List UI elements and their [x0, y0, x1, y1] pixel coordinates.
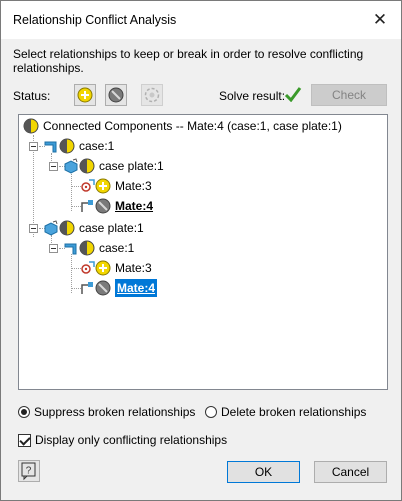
tree-node[interactable]: Mate:4	[63, 197, 383, 215]
mate-constraint-icon	[81, 261, 95, 274]
close-button[interactable]: ✕	[367, 7, 393, 33]
tree-node[interactable]: case:1	[43, 239, 383, 257]
delete-label[interactable]: Delete broken relationships	[221, 405, 366, 419]
half-status-icon	[79, 158, 95, 174]
collapse-icon[interactable]	[49, 162, 58, 171]
tree-node-label: case plate:1	[99, 159, 164, 173]
half-status-icon	[59, 138, 75, 154]
tree-node[interactable]: case plate:1	[23, 219, 383, 237]
collapse-icon[interactable]	[29, 224, 38, 233]
half-status-icon	[59, 220, 75, 236]
relationship-tree[interactable]: Connected Components -- Mate:4 (case:1, …	[18, 114, 388, 390]
subassembly-part-icon	[44, 220, 58, 236]
display-only-label[interactable]: Display only conflicting relationships	[35, 433, 227, 447]
delete-radio[interactable]	[205, 406, 217, 418]
dialog-window: Relationship Conflict Analysis ✕ Select …	[0, 0, 402, 501]
tree-node-label: Mate:4	[115, 199, 154, 213]
help-icon: ?	[21, 462, 36, 481]
display-only-checkbox[interactable]	[18, 434, 31, 447]
suppress-label[interactable]: Suppress broken relationships	[34, 405, 195, 419]
mate-constraint-icon	[81, 200, 93, 212]
half-status-icon	[23, 118, 39, 134]
tree-node-label: case:1	[99, 241, 135, 255]
instructions-text: Select relationships to keep or break in…	[13, 47, 364, 75]
break-relationship-icon	[108, 87, 124, 103]
broken-action-options: Suppress broken relationships Delete bro…	[18, 404, 388, 422]
break-status-button[interactable]	[105, 84, 127, 106]
tree-node[interactable]: Mate:4	[63, 279, 383, 297]
status-label: Status:	[13, 89, 51, 103]
tree-root[interactable]: Connected Components -- Mate:4 (case:1, …	[23, 117, 383, 135]
tree-node[interactable]: Mate:3	[63, 177, 383, 195]
tree-node[interactable]: Mate:3	[63, 259, 383, 277]
green-check-icon	[284, 87, 302, 102]
title-bar: Relationship Conflict Analysis ✕	[1, 1, 401, 39]
resolve-disabled-icon	[144, 87, 160, 103]
mate-constraint-icon	[81, 282, 93, 294]
part-icon	[64, 243, 77, 255]
tree-node-label: case:1	[79, 139, 115, 153]
dialog-title: Relationship Conflict Analysis	[13, 13, 177, 27]
help-button[interactable]: ?	[18, 460, 40, 482]
ok-button[interactable]: OK	[227, 461, 300, 483]
subassembly-part-icon	[64, 158, 78, 174]
broken-status-icon	[95, 198, 111, 214]
close-icon: ✕	[372, 10, 388, 29]
tree-node[interactable]: case plate:1	[43, 157, 383, 175]
keep-relationship-icon	[77, 87, 93, 103]
half-status-icon	[79, 240, 95, 256]
tree-node-label: Mate:4	[115, 279, 158, 297]
tree-node-label: case plate:1	[79, 221, 144, 235]
cancel-button[interactable]: Cancel	[314, 461, 387, 483]
keep-status-icon	[95, 178, 111, 194]
collapse-icon[interactable]	[29, 142, 38, 151]
status-row: Status: Solve result: Check	[1, 83, 401, 109]
tree-root-label: Connected Components -- Mate:4 (case:1, …	[43, 119, 342, 133]
keep-status-button[interactable]	[74, 84, 96, 106]
tree-node-label: Mate:3	[115, 179, 152, 193]
tree-node[interactable]: case:1	[23, 137, 383, 155]
display-only-option: Display only conflicting relationships	[18, 432, 318, 450]
collapse-icon[interactable]	[49, 244, 58, 253]
broken-status-icon	[95, 280, 111, 296]
part-icon	[44, 141, 57, 153]
resolve-status-button[interactable]	[141, 84, 163, 106]
solve-result-label: Solve result:	[219, 89, 286, 103]
suppress-radio[interactable]	[18, 406, 30, 418]
tree-node-label: Mate:3	[115, 261, 152, 275]
mate-constraint-icon	[81, 179, 95, 192]
check-button[interactable]: Check	[311, 84, 387, 106]
keep-status-icon	[95, 260, 111, 276]
help-glyph: ?	[26, 466, 32, 477]
